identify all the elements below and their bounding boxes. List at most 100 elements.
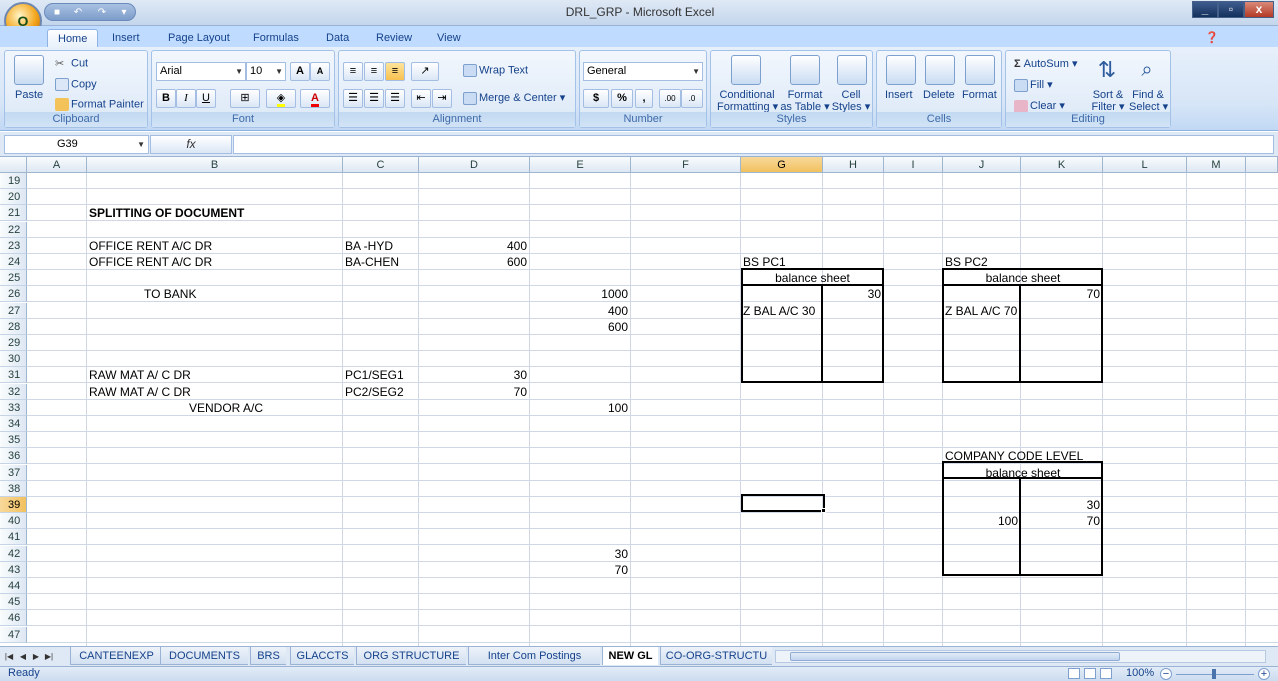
row-header-31[interactable]: 31 xyxy=(0,367,27,383)
tab-data[interactable]: Data xyxy=(316,29,359,48)
currency-button[interactable]: $ xyxy=(583,89,609,108)
column-header-f[interactable]: F xyxy=(631,157,741,173)
align-top-button[interactable]: ≡ xyxy=(343,62,363,81)
number-format-select[interactable]: General ▼ xyxy=(583,62,703,81)
format-cells-button[interactable]: Format xyxy=(962,89,997,101)
row-header-26[interactable]: 26 xyxy=(0,286,27,302)
row-header-35[interactable]: 35 xyxy=(0,432,27,448)
autosum-button[interactable]: Σ AutoSum ▾ xyxy=(1014,57,1078,70)
zoom-in-icon[interactable]: + xyxy=(1258,668,1270,680)
cell-c31[interactable]: PC1/SEG1 xyxy=(345,367,404,383)
column-header-g[interactable]: G xyxy=(741,157,823,173)
tab-view[interactable]: View xyxy=(427,29,471,48)
tab-insert[interactable]: Insert xyxy=(102,29,150,48)
sheet-tab-brs[interactable]: BRS xyxy=(250,647,286,665)
column-header-h[interactable]: H xyxy=(823,157,884,173)
cell-d32[interactable]: 70 xyxy=(419,384,527,400)
row-header-25[interactable]: 25 xyxy=(0,270,27,286)
comma-button[interactable]: , xyxy=(635,89,653,108)
first-sheet-icon[interactable]: |◀ xyxy=(4,650,14,663)
copy-button[interactable]: Copy xyxy=(55,78,97,91)
row-header-40[interactable]: 40 xyxy=(0,513,27,529)
row-header-41[interactable]: 41 xyxy=(0,529,27,545)
italic-button[interactable]: I xyxy=(176,89,196,108)
row-header-20[interactable]: 20 xyxy=(0,189,27,205)
cell-b26[interactable]: TO BANK xyxy=(144,286,196,302)
save-icon[interactable]: ■ xyxy=(50,6,64,19)
cell-e28[interactable]: 600 xyxy=(530,319,628,335)
font-color-button[interactable]: A xyxy=(300,89,330,108)
conditional-formatting-button[interactable]: Conditional Formatting ▾ xyxy=(717,89,778,113)
page-layout-view-icon[interactable] xyxy=(1084,668,1096,679)
cell-d23[interactable]: 400 xyxy=(419,238,527,254)
row-header-37[interactable]: 37 xyxy=(0,465,27,481)
sheet-tab-glaccts[interactable]: GLACCTS xyxy=(290,647,354,665)
format-as-table-button[interactable]: Format as Table ▾ xyxy=(779,89,831,113)
align-right-button[interactable]: ☰ xyxy=(385,89,405,108)
align-middle-button[interactable]: ≡ xyxy=(364,62,384,81)
cell-b21[interactable]: SPLITTING OF DOCUMENT xyxy=(89,205,244,221)
font-size-select[interactable]: 10 ▼ xyxy=(246,62,286,81)
shrink-font-button[interactable]: A xyxy=(310,62,330,81)
row-header-27[interactable]: 27 xyxy=(0,303,27,319)
cell-e26[interactable]: 1000 xyxy=(530,286,628,302)
column-header-e[interactable]: E xyxy=(530,157,631,173)
insert-cells-button[interactable]: Insert xyxy=(885,89,913,101)
close-button[interactable]: x xyxy=(1244,1,1274,18)
row-header-28[interactable]: 28 xyxy=(0,319,27,335)
normal-view-icon[interactable] xyxy=(1068,668,1080,679)
sheet-tab-co-org-structu[interactable]: CO-ORG-STRUCTU xyxy=(660,647,772,665)
row-header-21[interactable]: 21 xyxy=(0,205,27,221)
percent-button[interactable]: % xyxy=(611,89,633,108)
paste-icon[interactable] xyxy=(14,55,44,85)
row-header-45[interactable]: 45 xyxy=(0,594,27,610)
row-header-42[interactable]: 42 xyxy=(0,546,27,562)
sheet-tab-org-structure[interactable]: ORG STRUCTURE xyxy=(356,647,466,665)
cell-e33[interactable]: 100 xyxy=(530,400,628,416)
restore-button[interactable]: ▫ xyxy=(1218,1,1244,18)
wrap-text-button[interactable]: Wrap Text xyxy=(463,64,528,77)
horizontal-scrollbar[interactable] xyxy=(775,650,1266,663)
orientation-button[interactable]: ↗ xyxy=(411,62,439,81)
decrease-decimal-button[interactable]: .0 xyxy=(681,89,703,108)
prev-sheet-icon[interactable]: ◀ xyxy=(18,650,28,663)
select-all-corner[interactable] xyxy=(0,157,27,173)
decrease-indent-button[interactable]: ⇤ xyxy=(411,89,431,108)
active-cell-g39[interactable] xyxy=(741,494,825,512)
increase-decimal-button[interactable]: .00 xyxy=(659,89,681,108)
cell-b31[interactable]: RAW MAT A/ C DR xyxy=(89,367,191,383)
sheet-tab-new-gl[interactable]: NEW GL xyxy=(602,647,658,665)
merge-center-button[interactable]: Merge & Center ▾ xyxy=(463,91,565,105)
cell-b33[interactable]: VENDOR A/C xyxy=(189,400,263,416)
cell-b23[interactable]: OFFICE RENT A/C DR xyxy=(89,238,212,254)
page-break-view-icon[interactable] xyxy=(1100,668,1112,679)
grow-font-button[interactable]: A xyxy=(290,62,310,81)
paste-button[interactable]: Paste xyxy=(15,89,43,101)
column-header-c[interactable]: C xyxy=(343,157,419,173)
redo-icon[interactable]: ↷ xyxy=(95,6,109,19)
cell-e27[interactable]: 400 xyxy=(530,303,628,319)
fill-handle[interactable] xyxy=(821,508,826,513)
row-header-30[interactable]: 30 xyxy=(0,351,27,367)
row-header-32[interactable]: 32 xyxy=(0,384,27,400)
align-center-button[interactable]: ☰ xyxy=(364,89,384,108)
cell-styles-button[interactable]: Cell Styles ▾ xyxy=(831,89,871,113)
tab-home[interactable]: Home xyxy=(47,29,99,48)
column-header-m[interactable]: M xyxy=(1187,157,1246,173)
row-header-24[interactable]: 24 xyxy=(0,254,27,270)
zoom-level[interactable]: 100% xyxy=(1126,667,1154,679)
formula-input[interactable] xyxy=(233,135,1274,154)
row-header-34[interactable]: 34 xyxy=(0,416,27,432)
cell-d24[interactable]: 600 xyxy=(419,254,527,270)
row-header-33[interactable]: 33 xyxy=(0,400,27,416)
find-select-button[interactable]: Find & Select ▾ xyxy=(1129,89,1168,113)
row-header-23[interactable]: 23 xyxy=(0,238,27,254)
row-header-47[interactable]: 47 xyxy=(0,627,27,643)
fill-button[interactable]: Fill ▾ xyxy=(1014,78,1053,92)
undo-icon[interactable]: ↶ xyxy=(71,6,85,19)
column-header-a[interactable]: A xyxy=(27,157,87,173)
cell-d31[interactable]: 30 xyxy=(419,367,527,383)
row-header-38[interactable]: 38 xyxy=(0,481,27,497)
bold-button[interactable]: B xyxy=(156,89,176,108)
delete-cells-button[interactable]: Delete xyxy=(923,89,955,101)
